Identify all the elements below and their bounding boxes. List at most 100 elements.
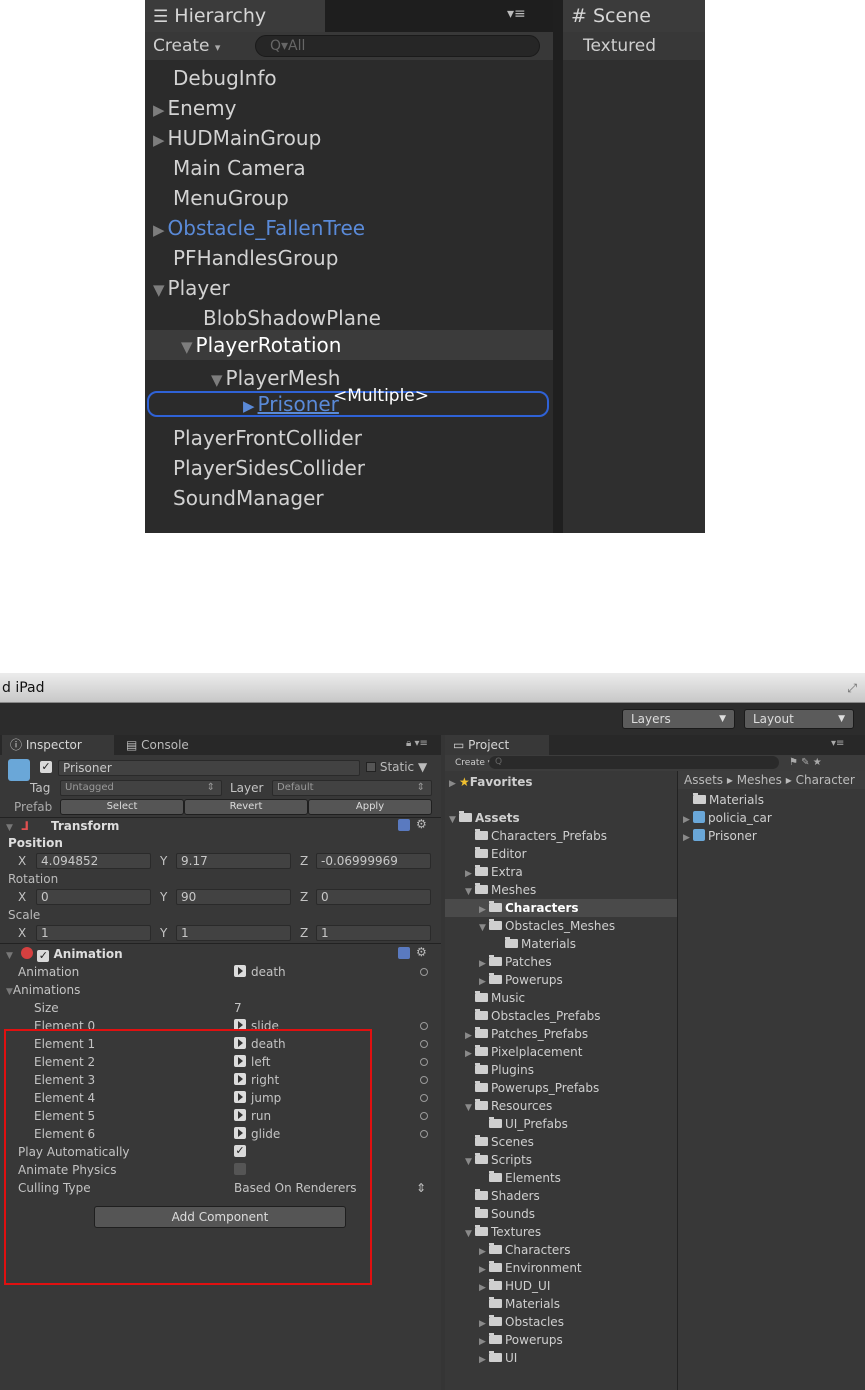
tab-project[interactable]: ▭ Project (445, 735, 549, 755)
object-picker-icon[interactable] (420, 968, 428, 976)
layer-dropdown[interactable]: Default ⇕ (272, 780, 432, 796)
expand-arrow-icon[interactable]: ▶ (153, 131, 165, 149)
prefab-revert-button[interactable]: Revert (184, 799, 308, 815)
tree-item[interactable]: ▶ Powerups (479, 1331, 563, 1349)
breadcrumb-path[interactable]: Assets ▸ Meshes ▸ Character (684, 771, 855, 789)
tab-inspector[interactable]: ⓘ Inspector (2, 735, 114, 755)
tree-item[interactable]: ▼ Meshes (465, 881, 536, 899)
scene-view[interactable] (563, 60, 705, 533)
rotation-x-field[interactable]: 0 (36, 889, 151, 905)
animation-component-header[interactable]: ▼ ✓ Animation (6, 945, 123, 963)
lock-icon[interactable]: ▾≡ (831, 738, 844, 749)
tree-item[interactable]: ▶ Powerups (479, 971, 563, 989)
hierarchy-item[interactable]: PlayerSidesCollider (145, 453, 553, 483)
collapse-arrow-icon[interactable]: ▼ (153, 281, 165, 299)
prefab-select-button[interactable]: Select (60, 799, 184, 815)
layers-dropdown[interactable]: Layers ▼ (622, 709, 735, 729)
add-component-button[interactable]: Add Component (94, 1206, 346, 1228)
favorites-item[interactable]: ▶ ★Favorites (449, 773, 532, 791)
tree-item[interactable]: Elements (479, 1169, 561, 1187)
position-z-field[interactable]: -0.06999969 (316, 853, 431, 869)
tree-item[interactable]: Editor (465, 845, 527, 863)
panel-menu-icon[interactable]: ▾≡ (507, 6, 526, 22)
tree-item[interactable]: ▶ Patches (479, 953, 552, 971)
project-search-input[interactable]: Q (489, 756, 779, 769)
expand-arrow-icon[interactable]: ▶ (153, 221, 165, 239)
rotation-z-field[interactable]: 0 (316, 889, 431, 905)
help-icon[interactable] (398, 947, 410, 959)
prefab-apply-button[interactable]: Apply (308, 799, 432, 815)
tree-item[interactable]: ▶ Patches_Prefabs (465, 1025, 588, 1043)
expand-arrow-icon[interactable]: ▶ (153, 101, 165, 119)
object-name-field[interactable]: Prisoner (58, 760, 360, 776)
gear-icon[interactable]: ⚙ (416, 817, 427, 831)
hierarchy-item[interactable]: BlobShadowPlane (145, 303, 553, 333)
hierarchy-item[interactable]: DebugInfo (145, 63, 553, 93)
animation-enabled-checkbox[interactable]: ✓ (37, 950, 50, 962)
maximize-icon[interactable]: ⤢ (847, 673, 857, 703)
lock-icon[interactable]: 🔒︎ ▾≡ (406, 738, 428, 749)
static-checkbox[interactable] (366, 762, 376, 772)
tab-hierarchy[interactable]: ☰ Hierarchy (145, 0, 325, 32)
hierarchy-item[interactable]: MenuGroup (145, 183, 553, 213)
object-picker-icon[interactable] (420, 1130, 428, 1138)
filter-icons[interactable]: ⚑ ✎ ★ (789, 755, 822, 771)
tree-item[interactable]: Materials (479, 1295, 560, 1313)
create-dropdown[interactable]: Create ▾ (153, 32, 220, 62)
tree-item[interactable]: UI_Prefabs (479, 1115, 568, 1133)
object-picker-icon[interactable] (420, 1094, 428, 1102)
active-checkbox[interactable]: ✓ (40, 761, 52, 773)
collapse-arrow-icon[interactable]: ▼ (181, 338, 193, 356)
layout-dropdown[interactable]: Layout ▼ (744, 709, 854, 729)
hierarchy-item[interactable]: ▼ Player (145, 273, 553, 303)
tree-item[interactable]: ▼ Scripts (465, 1151, 532, 1169)
tree-item[interactable]: ▶ Environment (479, 1259, 582, 1277)
rotation-y-field[interactable]: 90 (176, 889, 291, 905)
hierarchy-item-selected[interactable]: ▼ PlayerRotation (145, 330, 553, 360)
hierarchy-item[interactable]: PlayerFrontCollider (145, 423, 553, 453)
project-create-dropdown[interactable]: Create ▾ (455, 755, 492, 771)
hierarchy-item[interactable]: ▶ HUDMainGroup (145, 123, 553, 153)
position-y-field[interactable]: 9.17 (176, 853, 291, 869)
position-x-field[interactable]: 4.094852 (36, 853, 151, 869)
hierarchy-search-input[interactable]: Q▾All (255, 35, 540, 57)
asset-item[interactable]: ▶ Prisoner (683, 827, 757, 845)
tag-dropdown[interactable]: Untagged ⇕ (60, 780, 222, 796)
tree-item[interactable]: Music (465, 989, 525, 1007)
object-picker-icon[interactable] (420, 1040, 428, 1048)
tree-item[interactable]: ▶ UI (479, 1349, 517, 1367)
assets-item[interactable]: ▼ Assets (449, 809, 520, 827)
tree-item[interactable]: Scenes (465, 1133, 534, 1151)
tree-item-selected[interactable]: ▶ Characters (479, 899, 579, 917)
tree-item[interactable]: ▶ Obstacles (479, 1313, 564, 1331)
object-picker-icon[interactable] (420, 1076, 428, 1084)
transform-header[interactable]: ▼ ⅃ Transform (6, 817, 436, 835)
expand-arrow-icon[interactable]: ▶ (243, 397, 255, 415)
tree-item[interactable]: Materials (495, 935, 576, 953)
asset-item[interactable]: Materials (683, 791, 764, 809)
animation-clip-field[interactable]: death (234, 963, 286, 981)
hierarchy-item[interactable]: ▶ Enemy (145, 93, 553, 123)
hierarchy-item[interactable]: ▶ Obstacle_FallenTree (145, 213, 553, 243)
tree-item[interactable]: Plugins (465, 1061, 534, 1079)
object-picker-icon[interactable] (420, 1022, 428, 1030)
tree-item[interactable]: Sounds (465, 1205, 535, 1223)
hierarchy-item[interactable]: PFHandlesGroup (145, 243, 553, 273)
scale-x-field[interactable]: 1 (36, 925, 151, 941)
tree-item[interactable]: ▼ Textures (465, 1223, 541, 1241)
scene-mode-dropdown[interactable]: Textured (583, 36, 656, 56)
asset-item[interactable]: ▶ policia_car (683, 809, 772, 827)
static-toggle[interactable]: Static ▼ (366, 760, 427, 774)
object-picker-icon[interactable] (420, 1058, 428, 1066)
collapse-arrow-icon[interactable]: ▼ (211, 371, 223, 389)
tree-item[interactable]: Characters_Prefabs (465, 827, 607, 845)
hierarchy-item[interactable]: Main Camera (145, 153, 553, 183)
hierarchy-item[interactable]: SoundManager (145, 483, 553, 513)
tree-item[interactable]: Powerups_Prefabs (465, 1079, 599, 1097)
tree-item[interactable]: Obstacles_Prefabs (465, 1007, 600, 1025)
scale-y-field[interactable]: 1 (176, 925, 291, 941)
tree-item[interactable]: ▶ Characters (479, 1241, 571, 1259)
tree-item[interactable]: Shaders (465, 1187, 540, 1205)
gear-icon[interactable]: ⚙ (416, 945, 427, 959)
animations-foldout[interactable]: ▼Animations (6, 981, 80, 999)
